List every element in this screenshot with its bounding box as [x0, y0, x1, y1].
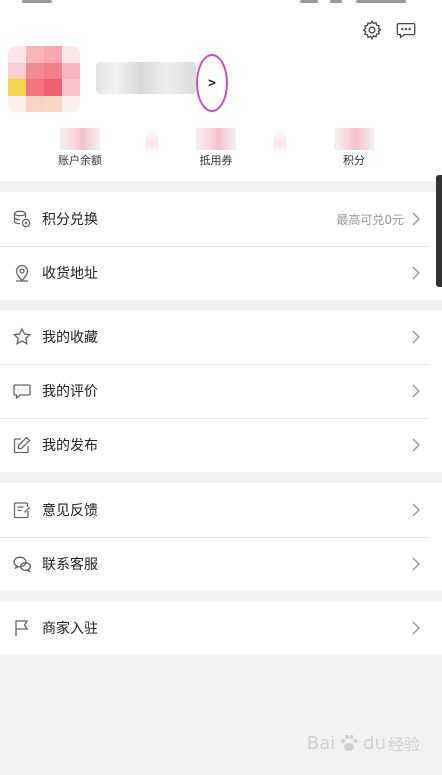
- stat-label: 账户余额: [58, 154, 102, 167]
- scrollbar[interactable]: [436, 175, 442, 287]
- account-stats: 账户余额 抵用券 积分: [0, 126, 442, 176]
- chevron-right-icon: [412, 620, 422, 636]
- gear-icon: [362, 20, 382, 40]
- menu-item-shipping-address[interactable]: 收货地址: [0, 246, 442, 300]
- settings-button[interactable]: [360, 18, 384, 42]
- stat-value-placeholder: [60, 128, 100, 150]
- chevron-right-icon: [412, 556, 422, 572]
- chevron-right-icon: [412, 329, 422, 345]
- chevron-right-icon: [412, 383, 422, 399]
- menu-item-label: 积分兑换: [42, 212, 98, 228]
- menu-item-label: 我的收藏: [42, 330, 98, 346]
- menu-item-label: 我的评价: [42, 384, 98, 400]
- stat-balance[interactable]: 账户余额: [30, 126, 130, 176]
- flag-icon: [12, 618, 32, 638]
- username-placeholder: [96, 62, 196, 94]
- chevron-right-icon: [412, 437, 422, 453]
- comment-icon: [12, 381, 32, 401]
- watermark-sub: 经验: [387, 735, 420, 754]
- location-pin-icon: [12, 263, 32, 283]
- menu-item-favorites[interactable]: 我的收藏: [0, 310, 442, 364]
- chevron-right-icon: [412, 502, 422, 518]
- menu-item-label: 我的发布: [42, 438, 98, 454]
- status-bar: [0, 0, 442, 8]
- menu-item-merchant-join[interactable]: 商家入驻: [0, 601, 442, 655]
- profile-header: > 账户余额 抵用券 积分: [0, 0, 442, 181]
- baidu-jingyan-watermark: Bai du 经验: [307, 731, 420, 755]
- chevron-right-icon: [412, 265, 422, 281]
- stat-vouchers[interactable]: 抵用券: [166, 126, 266, 176]
- wechat-icon: [12, 554, 32, 574]
- menu-group-activity: 我的收藏 我的评价 我的发布: [0, 310, 442, 472]
- paw-icon: [341, 735, 358, 751]
- watermark-brand: Bai: [306, 732, 336, 754]
- menu-item-label: 收货地址: [42, 266, 98, 282]
- stat-points[interactable]: 积分: [304, 126, 404, 176]
- stat-value-placeholder: [196, 128, 236, 150]
- stat-label: 积分: [343, 154, 365, 167]
- chat-bubble-icon: [396, 22, 416, 39]
- menu-item-label: 意见反馈: [42, 503, 98, 519]
- menu-item-feedback[interactable]: 意见反馈: [0, 483, 442, 537]
- profile-arrow-button[interactable]: >: [196, 54, 228, 112]
- menu-item-label: 联系客服: [42, 557, 98, 573]
- menu-item-posts[interactable]: 我的发布: [0, 418, 442, 472]
- menu-item-hint: 最高可兑0元: [336, 212, 404, 227]
- menu-item-customer-service[interactable]: 联系客服: [0, 537, 442, 591]
- points-exchange-icon: [12, 209, 32, 229]
- feedback-icon: [12, 500, 32, 520]
- menu-item-reviews[interactable]: 我的评价: [0, 364, 442, 418]
- menu-group-merchant: 商家入驻: [0, 601, 442, 655]
- message-button[interactable]: [394, 18, 418, 42]
- chevron-right-icon: [412, 211, 422, 227]
- star-icon: [12, 327, 32, 347]
- stat-label: 抵用券: [199, 154, 233, 167]
- watermark-brand-2: du: [363, 732, 386, 754]
- avatar[interactable]: [8, 46, 80, 112]
- stat-value-placeholder: [334, 128, 374, 150]
- edit-icon: [12, 435, 32, 455]
- menu-group-support: 意见反馈 联系客服: [0, 483, 442, 591]
- menu-group-account: 积分兑换 最高可兑0元 收货地址: [0, 192, 442, 300]
- menu-item-label: 商家入驻: [42, 621, 98, 637]
- menu-item-points-exchange[interactable]: 积分兑换 最高可兑0元: [0, 192, 442, 246]
